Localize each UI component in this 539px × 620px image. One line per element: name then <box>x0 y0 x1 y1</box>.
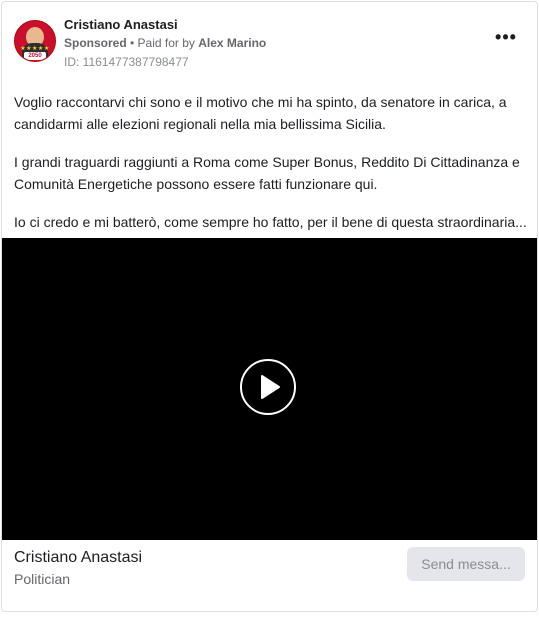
ad-footer: Cristiano Anastasi Politician Send messa… <box>2 540 537 611</box>
play-icon <box>261 375 280 399</box>
sponsored-label: Sponsored <box>64 36 127 50</box>
sponsored-line: Sponsored • Paid for by Alex Marino <box>64 36 266 50</box>
page-name[interactable]: Cristiano Anastasi <box>64 17 178 32</box>
ad-id: ID: 1161477387798477 <box>64 55 189 69</box>
play-button[interactable] <box>240 359 296 415</box>
footer-page-category: Politician <box>14 571 71 587</box>
video-player[interactable] <box>2 238 537 540</box>
ad-body-text: Voglio raccontarvi chi sono e il motivo … <box>14 91 527 249</box>
send-message-button[interactable]: Send messa... <box>407 547 525 581</box>
avatar-stars: ★★★★★ <box>20 46 50 52</box>
avatar-badge: 2050 <box>24 52 46 60</box>
ad-card: ★★★★★ 2050 Cristiano Anastasi Sponsored … <box>1 1 538 612</box>
paid-for-name: Alex Marino <box>198 36 267 50</box>
body-paragraph: Io ci credo e mi batterò, come sempre ho… <box>14 214 527 230</box>
paid-for-prefix: • Paid for by <box>126 36 199 50</box>
body-paragraph: Voglio raccontarvi chi sono e il motivo … <box>14 94 507 132</box>
footer-page-name[interactable]: Cristiano Anastasi <box>14 549 142 567</box>
more-options-button[interactable]: ••• <box>492 28 520 52</box>
page-avatar[interactable]: ★★★★★ 2050 <box>14 20 56 62</box>
body-paragraph: I grandi traguardi raggiunti a Roma come… <box>14 154 520 192</box>
ad-header: ★★★★★ 2050 Cristiano Anastasi Sponsored … <box>2 2 537 82</box>
